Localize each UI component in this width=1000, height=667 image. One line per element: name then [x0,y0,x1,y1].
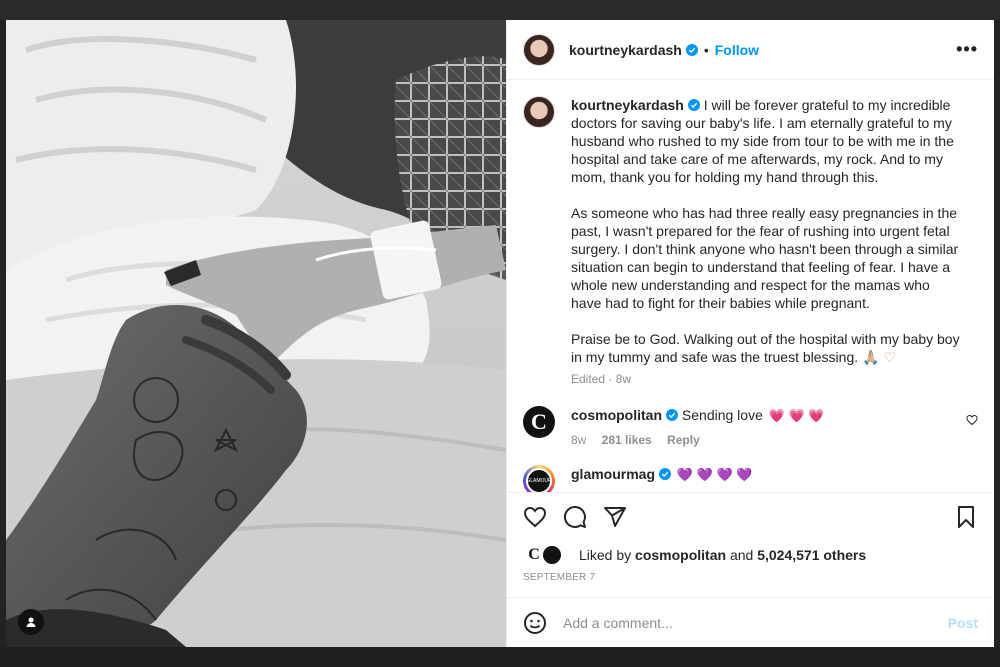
comment-meta: 8w 281 likes Reply [571,433,951,447]
comment-likes[interactable]: 281 likes [602,433,652,447]
caption-text-3: Praise be to God. Walking out of the hos… [571,331,960,365]
like-count[interactable]: 5,024,571 others [757,547,866,563]
window-top-strip [0,0,1000,20]
liked-by-connector: and [729,547,754,563]
caption-paragraph-1: kourtneykardash I will be forever gratef… [571,96,963,186]
share-icon[interactable] [603,505,627,529]
caption-body: kourtneykardash I will be forever gratef… [571,96,963,388]
post-header: kourtneykardash • Follow ••• [507,20,994,80]
caption-username[interactable]: kourtneykardash [571,97,684,113]
post-side-panel: kourtneykardash • Follow ••• kourtneykar… [506,20,994,647]
comment-emoji: 💗 💗 💗 [768,408,825,423]
header-separator: • [703,41,709,58]
comment-age: 8w [571,433,587,447]
verified-icon [685,43,698,56]
post-comment-button[interactable]: Post [948,615,978,631]
liked-by-line: C Liked by cosmopolitan and 5,024,571 ot… [523,544,978,566]
post-caption: kourtneykardash I will be forever gratef… [523,96,978,388]
commenter-avatar[interactable]: C [523,406,555,438]
verified-icon [659,468,672,480]
reply-button[interactable]: Reply [667,433,700,447]
commenter-avatar[interactable]: GLAMOUR [523,465,555,492]
post-photo[interactable] [6,20,506,647]
author-username[interactable]: kourtneykardash [569,42,682,58]
caption-emoji: 🙏🏼 ♡ [862,349,896,365]
verified-icon [666,409,679,421]
user-tag-icon[interactable] [18,609,44,635]
comment-text-line: cosmopolitan Sending love 💗 💗 💗 [571,406,951,425]
follow-button[interactable]: Follow [715,42,759,58]
bookmark-icon[interactable] [954,505,978,529]
commenter-username[interactable]: glamourmag [571,466,655,482]
author-avatar[interactable] [523,33,555,66]
comment-text-line: glamourmag 💜 💜 💜 💜 [571,465,951,492]
post-date[interactable]: September 7 [523,572,978,583]
comment-icon[interactable] [563,505,587,529]
comments-scroll-area[interactable]: kourtneykardash I will be forever gratef… [507,80,994,492]
heart-icon[interactable] [523,505,547,529]
action-bar [523,496,978,538]
comment-cosmopolitan: C cosmopolitan Sending love 💗 💗 💗 8w 281… [523,406,978,447]
more-icon[interactable]: ••• [956,39,978,60]
liked-by-avatars[interactable]: C [523,544,571,566]
emoji-icon[interactable] [523,611,547,635]
caption-meta: Edited · 8w [571,372,632,386]
comment-glamourmag: GLAMOUR glamourmag 💜 💜 💜 💜 [523,465,978,492]
post-actions-area: C Liked by cosmopolitan and 5,024,571 ot… [507,492,994,597]
comment-heart-icon[interactable] [966,414,978,426]
add-comment-bar: Post [507,597,994,647]
commenter-username[interactable]: cosmopolitan [571,407,662,423]
liked-by-user[interactable]: cosmopolitan [635,547,726,563]
caption-paragraph-2: As someone who has had three really easy… [571,205,959,311]
comment-text: Sending love [681,407,763,423]
caption-avatar[interactable] [523,96,555,128]
caption-paragraph-3: Praise be to God. Walking out of the hos… [571,330,963,366]
mini-avatar-2 [541,544,563,566]
verified-icon [687,99,700,111]
comment-input[interactable] [563,614,948,631]
hospital-hands-photo [6,20,506,647]
liked-by-prefix: Liked by [579,547,632,563]
post-modal: kourtneykardash • Follow ••• kourtneykar… [6,20,994,647]
comment-emoji: 💜 💜 💜 💜 [676,467,753,482]
window-bottom-strip [0,647,1000,667]
commenter-avatar-text: GLAMOUR [526,468,552,492]
